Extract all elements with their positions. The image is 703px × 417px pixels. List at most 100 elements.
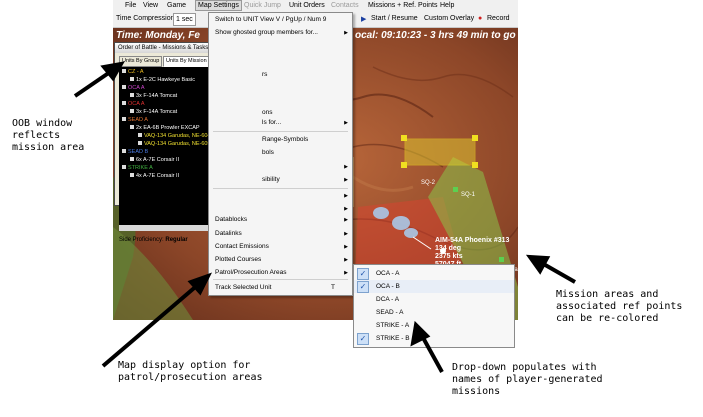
side-proficiency-value: Regular [165,237,188,243]
record-button[interactable]: Record [487,15,510,22]
expand-icon[interactable] [138,141,142,145]
menu-map-settings[interactable]: Map Settings [195,0,242,11]
time-compression-label: Time Compression: [116,15,177,22]
expand-icon[interactable] [122,117,126,121]
oob-node-label: SEAD B [128,149,149,155]
oob-node-label: OCA A [128,85,145,91]
submenu-arrow-icon: ▶ [344,164,348,170]
oob-mission-node[interactable]: OCA A [122,101,145,108]
oob-unit-node[interactable]: 3x F-14A Tomcat [130,93,177,100]
menubar: File View Game Map Settings Quick Jump U… [113,0,518,12]
ref-point[interactable] [472,162,478,168]
expand-icon[interactable] [130,109,134,113]
menu-item-partial-1[interactable]: rs [262,71,267,78]
expand-icon[interactable] [122,165,126,169]
ref-point[interactable] [472,135,478,141]
time-compression-select[interactable]: 1 sec [173,13,196,26]
tab-units-by-group[interactable]: Units By Group [119,56,163,67]
oob-unit-node[interactable]: 4x A-7E Corsair II [130,173,179,180]
menu-file[interactable]: File [125,2,136,9]
annotation-dropdown: Drop-down populates with names of player… [452,362,603,398]
menu-unit-orders[interactable]: Unit Orders [289,2,325,9]
oob-node-label: STRIKE A [128,165,153,171]
oob-unit-node[interactable]: 6x A-7E Corsair II [130,157,179,164]
map-settings-menu: Switch to UNIT View V / PgUp / Num 9 Sho… [208,12,353,296]
expand-icon[interactable] [122,69,126,73]
menu-game[interactable]: Game [167,2,186,9]
annotation-mission-areas: Mission areas and associated ref points … [556,289,682,325]
annotation-line: names of player-generated [452,374,603,385]
expand-icon[interactable] [138,133,142,137]
menu-contacts[interactable]: Contacts [331,2,359,9]
expand-icon[interactable] [122,85,126,89]
menu-missions[interactable]: Missions + Ref. Points [368,2,437,9]
menu-item-datalinks[interactable]: Datalinks [215,230,242,237]
annotation-line: Mission areas and [556,289,659,300]
annotation-line: reflects [12,130,61,141]
expand-icon[interactable] [130,77,134,81]
menu-item-partial-3[interactable]: ls for... [262,119,281,126]
arrow-mission-areas [539,260,576,284]
ref-point[interactable] [401,162,407,168]
menu-quick-jump[interactable]: Quick Jump [244,2,281,9]
menu-item-partial-2[interactable]: ons [262,109,272,116]
ref-point[interactable] [453,187,458,192]
oob-mission-node[interactable]: OCA A [122,85,145,92]
menu-item-datablocks[interactable]: Datablocks [215,216,247,223]
submenu-item-oca-a[interactable]: ✓ OCA - A [354,267,514,280]
ref-point[interactable] [401,135,407,141]
menu-item-visibility[interactable]: sibility [262,176,280,183]
menu-item-track-selected-unit[interactable]: Track Selected Unit [215,284,271,291]
menu-item-switch-unit-view[interactable]: Switch to UNIT View V / PgUp / Num 9 [215,16,326,23]
annotation-line: mission area [12,142,85,153]
annotation-oob: OOB window reflects mission area [12,118,84,154]
expand-icon[interactable] [130,157,134,161]
expand-icon[interactable] [130,125,134,129]
expand-icon[interactable] [122,149,126,153]
submenu-arrow-icon: ▶ [344,244,348,250]
submenu-item-strike-b[interactable]: ✓ STRIKE - B [354,332,514,345]
unit-speed: 2375 kts [435,253,463,260]
oob-mission-node[interactable]: SEAD A [122,117,148,124]
submenu-item-strike-a[interactable]: STRIKE - A [354,319,514,332]
submenu-item-sead-a[interactable]: SEAD - A [354,306,514,319]
submenu-item-label: OCA - A [376,270,400,277]
menu-view[interactable]: View [143,2,158,9]
submenu-arrow-icon: ▶ [344,257,348,263]
menu-item-contact-emissions[interactable]: Contact Emissions [215,243,269,250]
submenu-item-dca-a[interactable]: DCA - A [354,293,514,306]
annotation-line: can be re-colored [556,313,659,324]
submenu-arrow-icon: ▶ [344,217,348,223]
custom-overlay-button[interactable]: Custom Overlay [424,15,474,22]
expand-icon[interactable] [130,173,134,177]
oob-mission-node[interactable]: STRIKE A [122,165,153,172]
checkmark-icon: ✓ [357,268,369,280]
oob-mission-node[interactable]: SEAD B [122,149,148,156]
status-time-right: ocal: 09:10:23 - 3 hrs 49 min to go - Ca… [355,30,518,41]
menu-item-range-symbols[interactable]: Range-Symbols [262,136,308,143]
checkmark-icon: ✓ [357,281,369,293]
submenu-item-label: STRIKE - B [376,335,410,342]
oob-node-label: CZ - A [128,69,144,75]
annotation-line: Map display option for [118,360,251,371]
menu-item-show-ghosted[interactable]: Show ghosted group members for... [215,29,318,36]
oob-unit-node[interactable]: 3x F-14A Tomcat [130,109,177,116]
oob-unit-node[interactable]: 1x E-2C Hawkeye Basic [130,77,195,84]
expand-icon[interactable] [122,101,126,105]
expand-icon[interactable] [130,93,134,97]
menu-item-patrol-prosecution-areas[interactable]: Patrol/Prosecution Areas [215,269,287,276]
submenu-arrow-icon: ▶ [344,30,348,36]
oob-unit-node[interactable]: 2x EA-6B Prowler EXCAP [130,125,200,132]
record-icon[interactable]: ● [478,15,482,22]
mission-area-yellow[interactable] [404,138,476,166]
submenu-item-label: OCA - B [376,283,400,290]
submenu-item-oca-b[interactable]: ✓ OCA - B [354,280,514,293]
menu-help[interactable]: Help [440,2,454,9]
oob-node-label: 6x A-7E Corsair II [136,157,180,163]
menu-item-symbols[interactable]: bols [262,149,274,156]
submenu-arrow-icon: ▶ [344,193,348,199]
start-resume-button[interactable]: Start / Resume [371,15,418,22]
play-icon[interactable]: ▶ [361,15,366,23]
oob-mission-node[interactable]: CZ - A [122,69,144,76]
menu-item-plotted-courses[interactable]: Plotted Courses [215,256,261,263]
